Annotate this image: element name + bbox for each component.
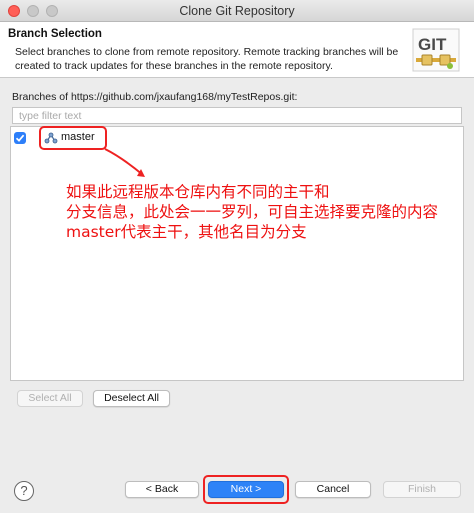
back-button[interactable]: < Back [125, 481, 199, 498]
wizard-header: Branch Selection Select branches to clon… [0, 22, 474, 78]
page-description: Select branches to clone from remote rep… [15, 46, 399, 72]
annotation-arrow-icon [104, 148, 145, 177]
branch-list[interactable]: master 如果此远程版本仓库内有不同的主干和 分支信息，此处会一一罗列，可自… [10, 126, 464, 381]
window-title: Clone Git Repository [179, 4, 295, 18]
help-icon[interactable]: ? [14, 481, 34, 501]
annotation-text: 如果此远程版本仓库内有不同的主干和 分支信息，此处会一一罗列，可自主选择要克隆的… [66, 183, 439, 241]
deselect-all-button[interactable]: Deselect All [93, 390, 170, 407]
git-logo-icon: GIT [412, 28, 460, 72]
branch-row-master[interactable]: master [11, 126, 463, 150]
select-all-button[interactable]: Select All [17, 390, 83, 407]
next-button[interactable]: Next > [208, 481, 284, 498]
page-title: Branch Selection [8, 28, 102, 40]
branch-highlight-box [39, 126, 107, 150]
finish-button[interactable]: Finish [383, 481, 461, 498]
git-logo-text: GIT [418, 35, 447, 54]
branch-filter-input[interactable] [12, 107, 462, 124]
cancel-button[interactable]: Cancel [295, 481, 371, 498]
checkmark-icon [15, 134, 25, 142]
branch-checkbox[interactable] [14, 132, 26, 144]
window-titlebar: Clone Git Repository [0, 0, 474, 22]
branches-label: Branches of https://github.com/jxaufang1… [12, 91, 298, 103]
